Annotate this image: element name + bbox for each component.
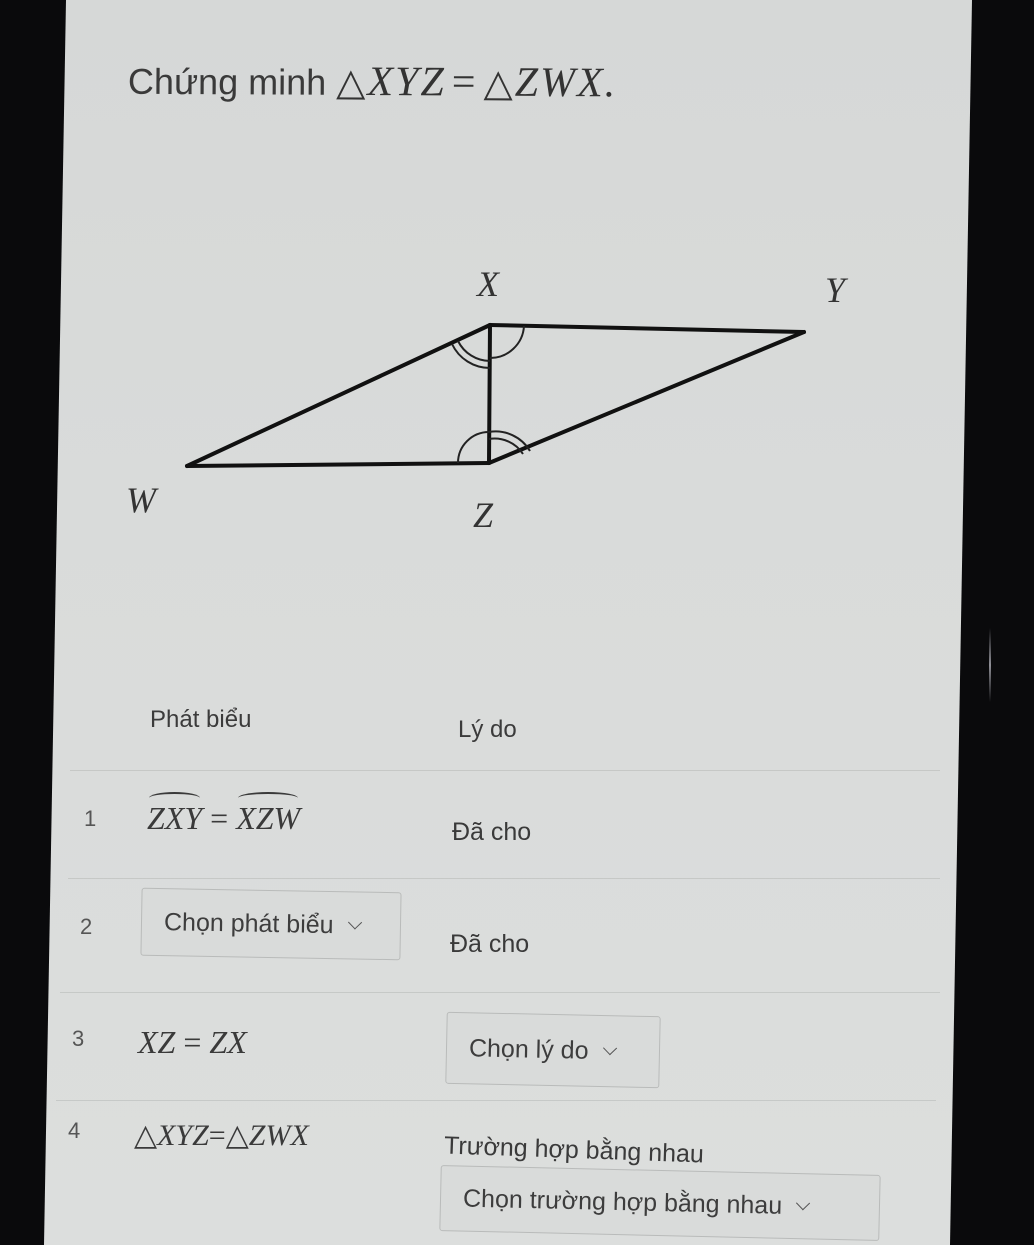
- column-header-statement: Phát biểu: [150, 706, 252, 733]
- row-number: 4: [68, 1118, 81, 1143]
- angle-mark-ZXY: [489, 325, 525, 360]
- reason-dropdown-label: Chọn lý do: [468, 1033, 589, 1065]
- segment-WX: [185, 323, 492, 468]
- segment-ZW: [185, 461, 491, 468]
- triangle-ZWX: ZWX: [248, 1119, 309, 1152]
- row-number: 2: [80, 914, 93, 939]
- equals-sign: =: [208, 1119, 226, 1152]
- statement-angle-equality: ZXY = XZW: [147, 792, 301, 837]
- segment-XY: [488, 323, 806, 334]
- equals-sign: =: [183, 1024, 202, 1060]
- statement-dropdown-label: Chọn phát biểu: [163, 907, 334, 939]
- point-label-W: W: [126, 480, 159, 520]
- statement-triangle-congruence: △XYZ=△ZWX: [134, 1118, 309, 1153]
- congruence-case-dropdown[interactable]: Chọn trường hợp bằng nhau: [439, 1165, 881, 1241]
- triangle-symbol: △: [225, 1119, 249, 1152]
- row-divider: [68, 878, 940, 879]
- reason-given: Đã cho: [452, 818, 532, 846]
- reason-dropdown[interactable]: Chọn lý do: [445, 1011, 661, 1089]
- point-label-Z: Z: [473, 495, 494, 535]
- equals-sign: =: [210, 800, 229, 836]
- point-label-X: X: [475, 264, 501, 304]
- row-number: 3: [72, 1026, 85, 1051]
- chevron-down-icon: [347, 915, 362, 930]
- segment-ZX: ZX: [209, 1024, 247, 1060]
- triangle-symbol: △: [134, 1119, 158, 1152]
- bezel-reflection: [989, 628, 991, 702]
- angle-XZW: XZW: [236, 792, 301, 836]
- statement-dropdown[interactable]: Chọn phát biểu: [140, 887, 402, 961]
- row-divider: [70, 770, 940, 771]
- row-divider: [60, 992, 940, 993]
- screen: Chứng minh △XYZ = △ZWX. X Y W Z Phát biể…: [44, 0, 972, 1245]
- segment-XZ: [487, 323, 492, 465]
- angle-mark-XZW: [457, 431, 490, 464]
- angle-ZXY: ZXY: [147, 792, 203, 836]
- column-header-reason: Lý do: [458, 716, 517, 743]
- chevron-down-icon: [796, 1196, 811, 1211]
- segment-XZ: XZ: [138, 1024, 176, 1060]
- congruence-case-dropdown-label: Chọn trường hợp bằng nhau: [462, 1184, 783, 1220]
- statement-segment-equality: XZ = ZX: [138, 1024, 247, 1061]
- row-divider: [56, 1100, 936, 1101]
- geometry-figure: X Y W Z: [126, 264, 849, 535]
- row-number: 1: [84, 806, 97, 831]
- point-label-Y: Y: [825, 270, 849, 310]
- chevron-down-icon: [602, 1041, 617, 1056]
- reason-given: Đã cho: [450, 930, 530, 958]
- reason-congruence-case: Trường hợp bằng nhau: [443, 1131, 705, 1169]
- segment-YZ: [487, 330, 806, 465]
- triangle-XYZ: XYZ: [157, 1119, 209, 1152]
